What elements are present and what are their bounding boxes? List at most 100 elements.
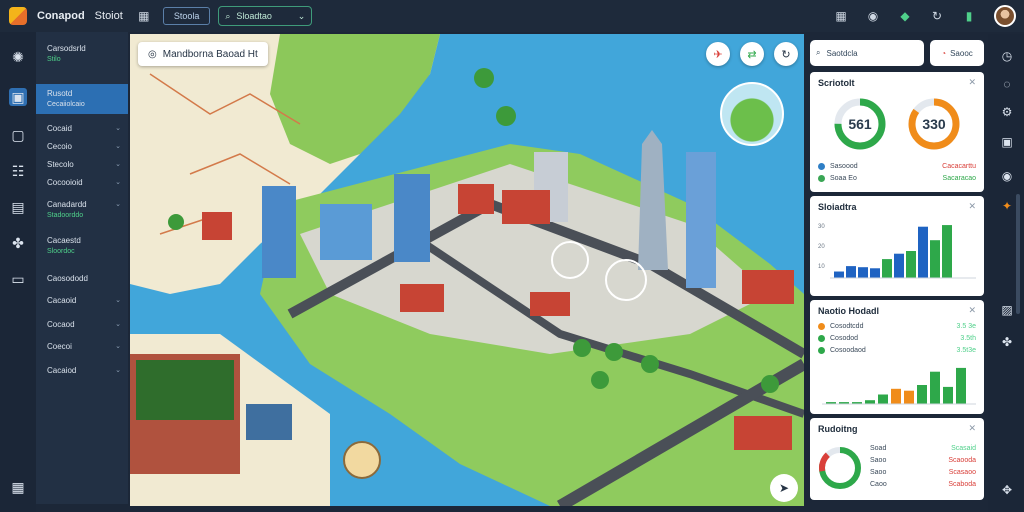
nav-item-6[interactable]: Canadardd ⌄ Stadoorddo (36, 200, 128, 219)
donut-row: Saoo Scaooda (870, 454, 976, 466)
nav-item-1[interactable]: Rusotd Cecaiiolcaio (36, 84, 128, 114)
nav-label: Cocaod (47, 320, 75, 329)
sync-icon[interactable]: ↻ (930, 9, 944, 23)
grid-icon[interactable]: ▦ (137, 9, 151, 23)
close-icon[interactable]: ✕ (968, 77, 976, 88)
gauge-value-1: 561 (848, 116, 872, 132)
nav-label: Cacaiod (47, 366, 77, 375)
share-icon[interactable]: ⇄ (740, 42, 764, 66)
nav-item-2[interactable]: Cocaid ⌄ (36, 124, 128, 133)
nav-item-3[interactable]: Cecoio ⌄ (36, 142, 128, 151)
minimap[interactable] (720, 82, 784, 146)
refresh-icon[interactable]: ↻ (774, 42, 798, 66)
legend-label: Cosodtcdd (830, 322, 864, 330)
chevron-down-icon: ⌄ (115, 201, 121, 208)
nav-label: Carsodsrld (47, 44, 86, 53)
chart-bar (930, 240, 940, 278)
nav-item-5[interactable]: Cocooioid ⌄ (36, 178, 128, 187)
menu-label[interactable]: Stoiot (95, 10, 123, 22)
y-tick-2: 10 (818, 264, 825, 270)
settings-grid-icon[interactable]: ▦ (9, 478, 27, 496)
avatar[interactable] (994, 5, 1016, 27)
card-title: Rudoitng (818, 424, 858, 434)
scrollbar[interactable] (1016, 194, 1020, 314)
globe-icon[interactable]: ✺ (9, 48, 27, 66)
legend-value: 3.5 3e (956, 322, 976, 330)
nav-label: Canadardd (47, 200, 87, 209)
legend-item: Soaa Eo Sacaracao (818, 172, 976, 184)
row-label: Saoo (870, 468, 887, 476)
fire-icon[interactable]: ✦ (999, 198, 1015, 214)
legend-item: Cosodtcdd 3.5 3e (818, 320, 976, 332)
legend-dot (818, 174, 825, 182)
y-tick-0: 30 (818, 224, 825, 230)
map-icon[interactable]: ▣ (9, 88, 27, 106)
settings-icon[interactable]: ⚙ (999, 104, 1015, 120)
nav-item-7[interactable]: Cacaestd Sloordoc (36, 236, 128, 255)
legend-value: 3.5th (960, 334, 976, 342)
close-icon[interactable]: ✕ (968, 423, 976, 434)
navigation-icon: ➤ (778, 481, 790, 495)
close-icon[interactable]: ✕ (968, 201, 976, 212)
left-rail: ✺ ▣ ▢ ☷ ▤ ✤ ▭ ▦ (0, 32, 36, 512)
chart-bar (917, 385, 927, 404)
briefcase-icon[interactable]: ▢ (9, 126, 27, 144)
apps-icon[interactable]: ▦ (834, 9, 848, 23)
compass-icon[interactable]: ◉ (866, 9, 880, 23)
legend-dot (818, 162, 825, 170)
nav-label: Cacaestd (47, 236, 81, 245)
nav-item-12[interactable]: Cacaiod ⌄ (36, 366, 128, 375)
legend-value: Cacacarttu (942, 162, 976, 170)
nav-sublabel: Stadoorddo (47, 212, 84, 219)
chart-bar (956, 367, 966, 404)
legend-dot (818, 322, 825, 330)
map-title-text: Mandborna Baoad Ht (162, 48, 258, 60)
widget-search-input[interactable]: ⌕ Saotdcla (810, 40, 924, 66)
layers-icon[interactable]: ▤ (9, 198, 27, 216)
puzzle-icon[interactable]: ✤ (999, 334, 1015, 350)
chart-bar (930, 371, 940, 404)
nav-item-0[interactable]: Carsodsrld Stilo (36, 44, 128, 63)
chart-bar (942, 225, 952, 278)
right-rail: ◷ ◌ ⚙ ▣ ◉ ✦ ▨ ✤ ✥ (988, 34, 1024, 512)
puzzle-icon[interactable]: ✤ (9, 234, 27, 252)
chart-bar (870, 268, 880, 278)
legend-dot (818, 346, 825, 354)
header-search-text: Sloadtao (236, 11, 272, 21)
expand-icon[interactable]: ✥ (999, 482, 1015, 498)
compass-button[interactable]: ➤ (770, 474, 798, 502)
clock-icon[interactable]: ◷ (999, 48, 1015, 64)
bookmark-icon: ◔ (941, 48, 947, 58)
nav-item-11[interactable]: Coecoi ⌄ (36, 342, 128, 351)
close-icon[interactable]: ✕ (968, 305, 976, 316)
header-search[interactable]: ⌕ Sloadtao ⌄ (218, 6, 313, 26)
nav-item-4[interactable]: Stecolo ⌄ (36, 160, 128, 169)
chart-bar (834, 271, 844, 278)
chevron-down-icon: ⌄ (297, 10, 306, 21)
legend-item: Cosoodaod 3.5t3e (818, 344, 976, 356)
people-icon[interactable]: ☷ (9, 162, 27, 180)
image-icon[interactable]: ▨ (999, 302, 1015, 318)
city-map[interactable]: ◎ Mandborna Baoad Ht ✈ ⇄ ↻ ➤ (130, 34, 804, 506)
chart-bar (904, 390, 914, 404)
nav-item-10[interactable]: Cocaod ⌄ (36, 320, 128, 329)
chat-icon[interactable]: ◌ (999, 76, 1015, 92)
save-button[interactable]: ◔ Saooc (930, 40, 984, 66)
rocket-icon[interactable]: ✈ (706, 42, 730, 66)
save-label: Saooc (950, 48, 973, 58)
lock-icon[interactable]: ▣ (999, 134, 1015, 150)
app-name: Conapod (37, 10, 85, 22)
nav-item-9[interactable]: Cacaoid ⌄ (36, 296, 128, 305)
battery-icon[interactable]: ▮ (962, 9, 976, 23)
nav-item-8[interactable]: Caosododd (36, 274, 128, 283)
donut-row: Soad Scasaid (870, 442, 976, 454)
top-bar: Conapod Stoiot ▦ Stoola ⌕ Sloadtao ⌄ ▦ ◉… (0, 0, 1024, 32)
nav-sublabel: Sloordoc (47, 248, 75, 255)
filter-button[interactable]: Stoola (162, 7, 211, 25)
tag-icon[interactable]: ◆ (898, 9, 912, 23)
chart-bar (943, 386, 953, 404)
row-label: Caoo (870, 480, 887, 488)
location-icon[interactable]: ◉ (999, 168, 1015, 184)
window-icon[interactable]: ▭ (9, 270, 27, 288)
chevron-down-icon: ⌄ (115, 179, 121, 186)
